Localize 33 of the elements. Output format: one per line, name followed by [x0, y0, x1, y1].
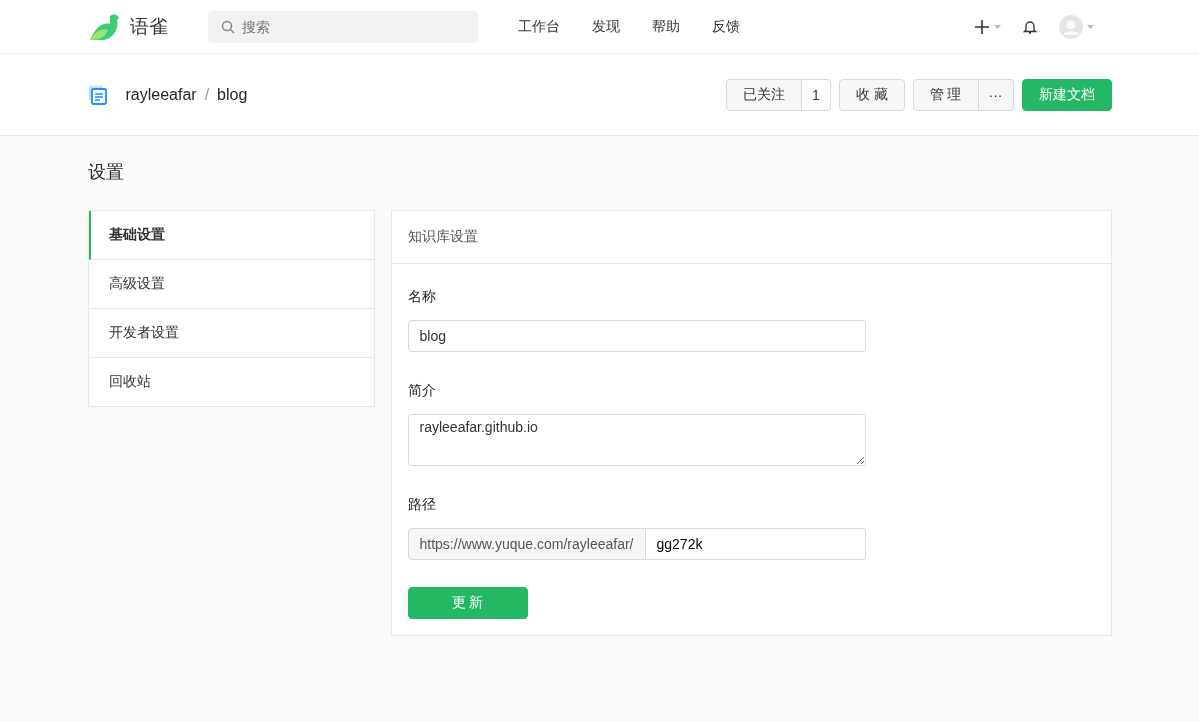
search-icon — [220, 19, 235, 34]
breadcrumb-separator: / — [204, 85, 210, 104]
panel-title: 知识库设置 — [391, 211, 1111, 264]
book-icon — [87, 84, 108, 105]
follow-button[interactable]: 已关注 — [725, 78, 802, 111]
field-label: 名称 — [407, 288, 437, 306]
caret-icon — [1086, 24, 1094, 29]
repo-link[interactable]: blog — [217, 85, 248, 104]
description-textarea[interactable]: rayleeafar.github.io — [407, 414, 866, 466]
field-label: 路径 — [407, 496, 437, 514]
bell-icon[interactable] — [1022, 18, 1037, 35]
path-input[interactable]: gg272k — [645, 528, 866, 560]
nav-link[interactable]: 帮助 — [651, 17, 680, 36]
plus-icon[interactable] — [973, 18, 990, 35]
search-field[interactable]: 搜索 — [207, 10, 478, 43]
nav-link[interactable]: 反馈 — [711, 17, 740, 36]
menu-item[interactable]: 高级设置 — [88, 260, 374, 309]
more-button[interactable]: ··· — [978, 78, 1014, 111]
logo-text[interactable]: 语雀 — [129, 13, 168, 40]
follow-count: 1 — [801, 78, 831, 111]
menu-item[interactable]: 开发者设置 — [88, 309, 374, 358]
page-title: 设置 — [87, 161, 125, 184]
url-prefix: https://www.yuque.com/rayleeafar/ — [407, 528, 646, 560]
nav-link[interactable]: 发现 — [591, 17, 620, 36]
caret-icon — [993, 24, 1001, 29]
nav-link[interactable]: 工作台 — [517, 17, 560, 36]
field-label: 简介 — [407, 382, 437, 400]
manage-button[interactable]: 管 理 — [912, 78, 979, 111]
owner-link[interactable]: rayleeafar — [125, 85, 197, 104]
name-input[interactable]: blog — [407, 320, 866, 352]
menu-item[interactable]: 基础设置 — [88, 211, 374, 260]
favorite-button[interactable]: 收 藏 — [838, 78, 905, 111]
menu-item[interactable]: 回收站 — [88, 358, 374, 406]
